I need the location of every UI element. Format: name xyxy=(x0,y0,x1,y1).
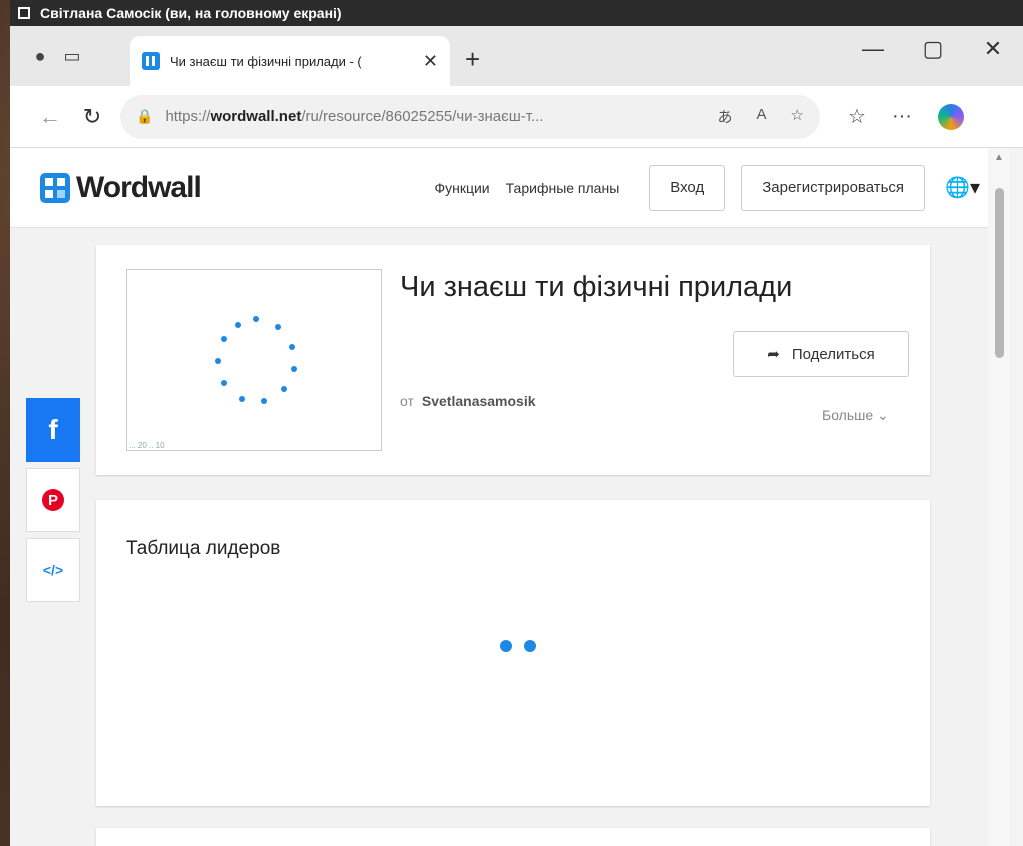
share-button[interactable]: ➦ Поделиться xyxy=(733,331,909,377)
screen-share-label: Світлана Самосік (ви, на головному екран… xyxy=(40,5,342,21)
tab-bar: ● ▭ Чи знаєш ти фізичні прилади - ( ✕ + … xyxy=(10,26,1023,86)
web-page: Wordwall Функции Тарифные планы Вход Зар… xyxy=(10,148,1010,846)
author-link[interactable]: Svetlanasamosik xyxy=(422,393,536,409)
loading-dots xyxy=(500,640,536,652)
pinterest-share-icon[interactable]: P xyxy=(26,468,80,532)
embed-code-icon[interactable]: </> xyxy=(26,538,80,602)
wordwall-logo[interactable]: Wordwall xyxy=(40,171,202,205)
header-nav: Функции Тарифные планы xyxy=(434,180,619,196)
window-icon xyxy=(18,7,30,19)
author-line: от Svetlanasamosik xyxy=(400,393,536,409)
resource-card: ... 20 .. 10 Чи знаєш ти фізичні прилади… xyxy=(96,245,930,475)
new-tab-button[interactable]: + xyxy=(465,44,480,75)
thumbnail-caption: ... 20 .. 10 xyxy=(129,441,165,450)
address-toolbar: ← ↻ 🔒 https://wordwall.net/ru/resource/8… xyxy=(10,86,1023,148)
browser-window: Світлана Самосік (ви, на головному екран… xyxy=(10,0,1023,846)
address-bar[interactable]: 🔒 https://wordwall.net/ru/resource/86025… xyxy=(120,94,820,139)
loading-spinner xyxy=(211,316,301,406)
scrollbar-thumb[interactable] xyxy=(995,188,1004,358)
copilot-icon[interactable] xyxy=(937,103,964,130)
wordwall-favicon-icon xyxy=(142,52,160,70)
tab-actions-icon[interactable]: ▭ xyxy=(56,40,88,72)
share-arrow-icon: ➦ xyxy=(767,346,780,363)
window-controls: — ▢ ✕ xyxy=(843,36,1023,62)
loading-dot xyxy=(524,640,536,652)
signup-button[interactable]: Зарегистрироваться xyxy=(741,164,926,211)
next-card xyxy=(96,828,930,846)
read-aloud-icon[interactable]: A xyxy=(757,106,767,127)
nav-features-link[interactable]: Функции xyxy=(434,180,489,196)
loading-dot xyxy=(500,640,512,652)
url-text: https://wordwall.net/ru/resource/8602525… xyxy=(165,108,544,125)
scroll-up-icon[interactable]: ▲ xyxy=(994,152,1004,163)
close-window-button[interactable]: ✕ xyxy=(963,36,1023,62)
close-tab-icon[interactable]: ✕ xyxy=(423,51,438,72)
profile-icon[interactable]: ● xyxy=(24,40,56,72)
translate-icon[interactable]: あ xyxy=(718,106,733,127)
favorite-star-icon[interactable]: ☆ xyxy=(791,106,804,127)
leaderboard-card: Таблица лидеров xyxy=(96,500,930,806)
activity-thumbnail[interactable]: ... 20 .. 10 xyxy=(126,269,382,451)
language-globe-icon[interactable]: 🌐▾ xyxy=(945,175,980,200)
more-dropdown[interactable]: Больше ⌄ xyxy=(822,407,889,424)
active-tab[interactable]: Чи знаєш ти фізичні прилади - ( ✕ xyxy=(130,36,450,86)
refresh-icon[interactable]: ↻ xyxy=(78,104,106,130)
screen-share-banner: Світлана Самосік (ви, на головному екран… xyxy=(10,0,1023,26)
minimize-button[interactable]: — xyxy=(843,36,903,62)
resource-title: Чи знаєш ти фізичні прилади xyxy=(400,271,793,303)
login-button[interactable]: Вход xyxy=(649,164,726,211)
nav-pricing-link[interactable]: Тарифные планы xyxy=(506,180,620,196)
maximize-button[interactable]: ▢ xyxy=(903,36,963,62)
more-menu-icon[interactable]: ··· xyxy=(892,105,912,128)
tab-title: Чи знаєш ти фізичні прилади - ( xyxy=(170,53,362,69)
facebook-share-icon[interactable]: f xyxy=(26,398,80,462)
chevron-down-icon: ⌄ xyxy=(877,407,889,423)
back-arrow-icon[interactable]: ← xyxy=(36,104,64,130)
page-scrollbar[interactable]: ▲ xyxy=(988,148,1010,846)
wordwall-logo-icon xyxy=(40,172,70,203)
site-header: Wordwall Функции Тарифные планы Вход Зар… xyxy=(10,148,1010,228)
leaderboard-title: Таблица лидеров xyxy=(126,538,281,559)
favorites-icon[interactable]: ☆ xyxy=(848,104,866,129)
lock-icon[interactable]: 🔒 xyxy=(136,108,153,125)
